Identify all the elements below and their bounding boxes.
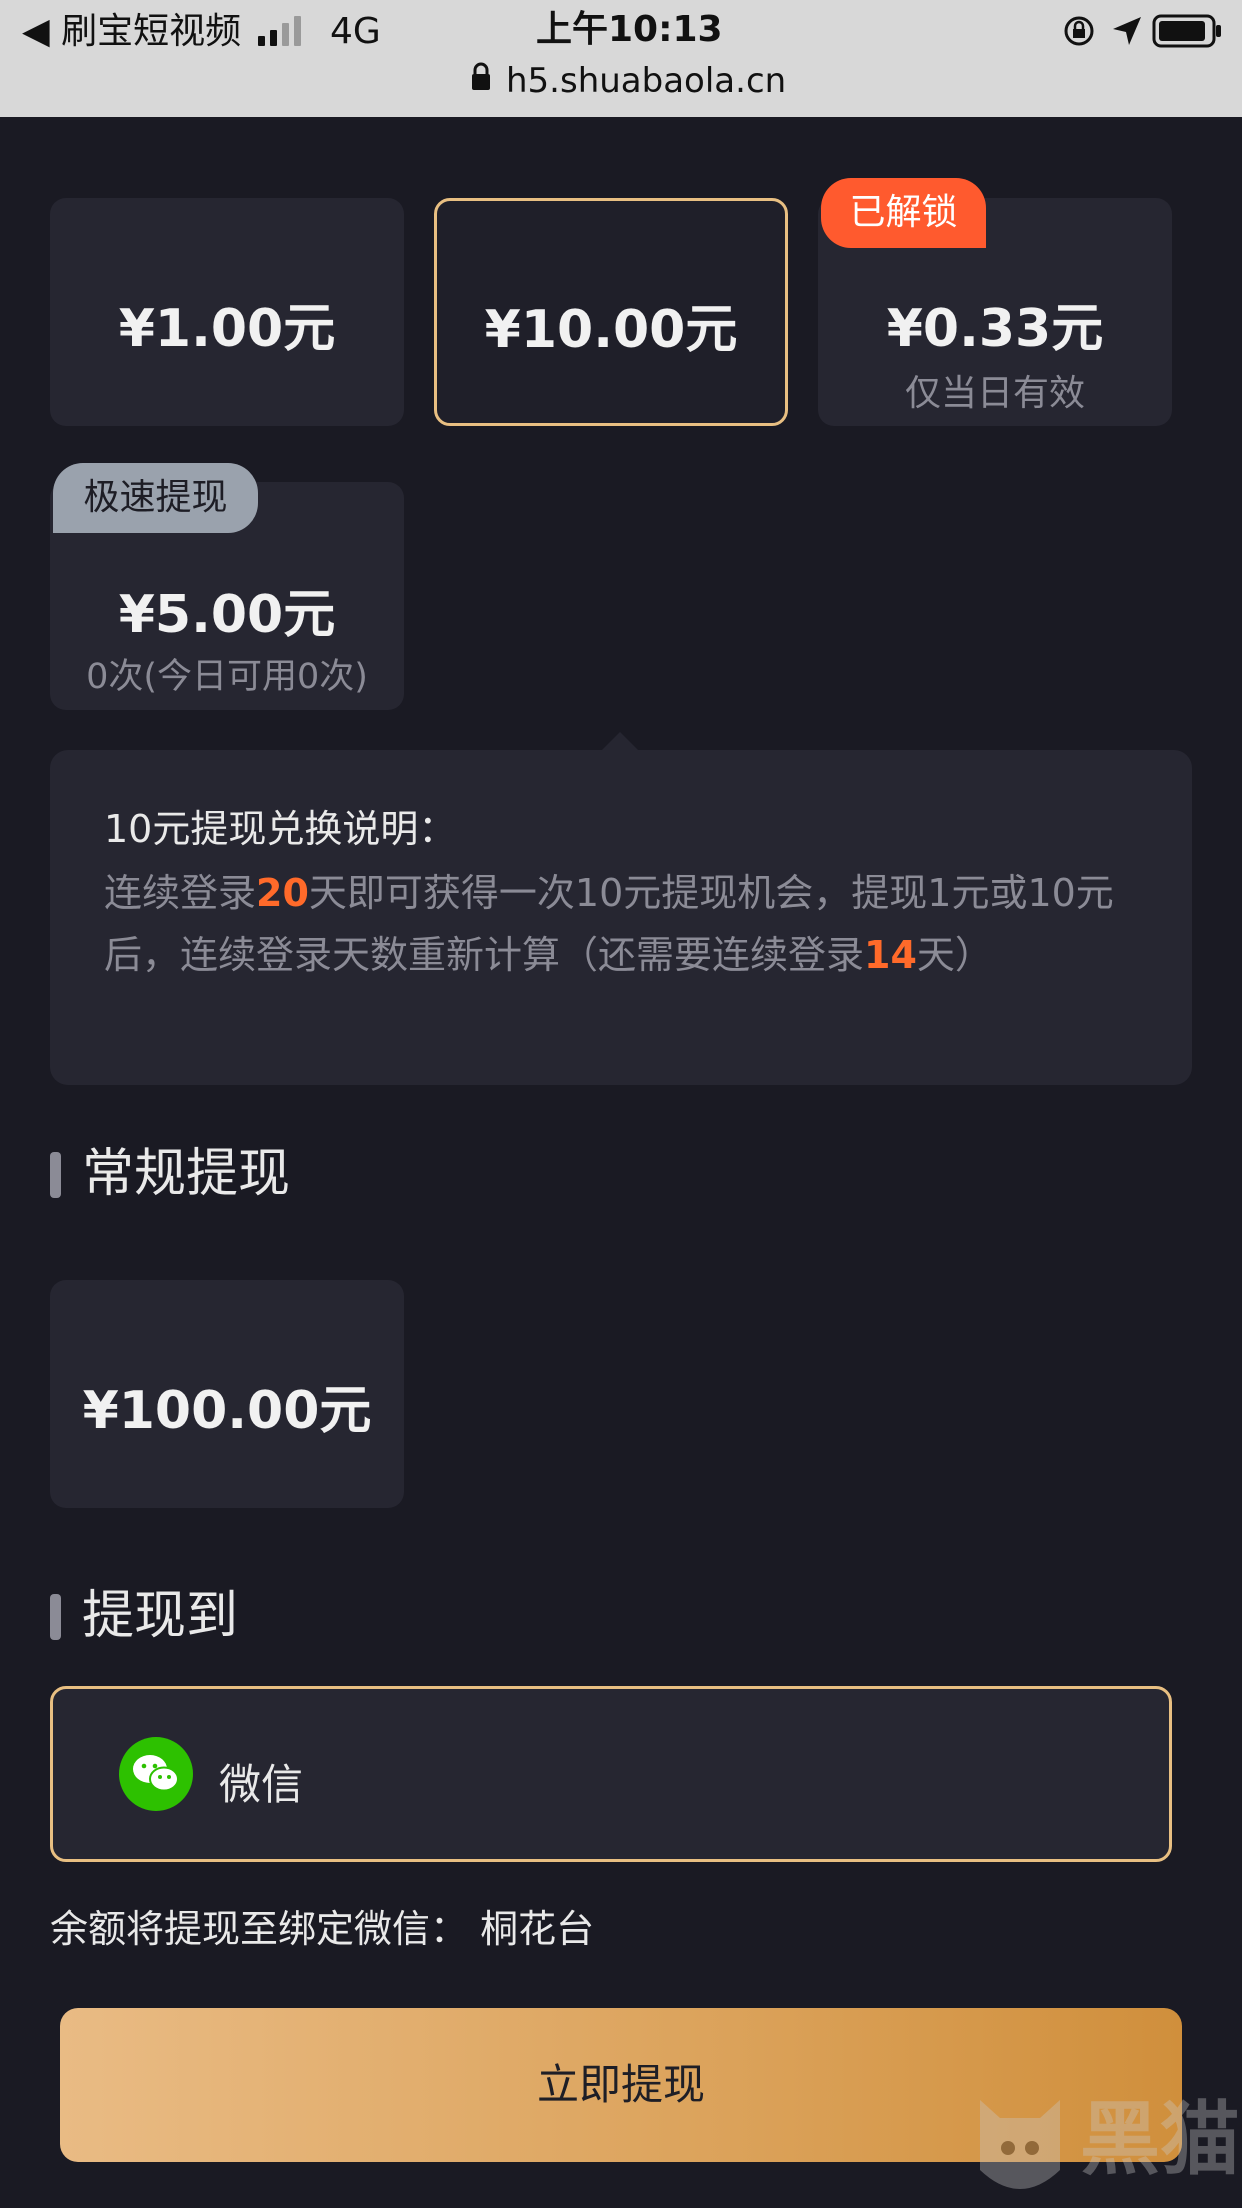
network-type: 4G xyxy=(330,11,381,52)
url-text[interactable]: h5.shuabaola.cn xyxy=(506,64,786,98)
amount-note: 仅当日有效 xyxy=(904,373,1085,414)
withdraw-note: 余额将提现至绑定微信： 桐花台 xyxy=(50,1907,595,1951)
amount-value: ¥0.33元 xyxy=(886,299,1104,359)
wechat-option[interactable]: 微信 xyxy=(50,1686,1172,1862)
regular-section-title: 常规提现 xyxy=(82,1144,291,1204)
amount-card-10-selected[interactable]: ¥10.00元 xyxy=(434,198,788,426)
amount-value: ¥10.00元 xyxy=(484,300,738,360)
days-required: 20 xyxy=(256,871,309,915)
days-remaining: 14 xyxy=(864,933,917,977)
info-box: 10元提现兑换说明： 连续登录20天即可获得一次10元提现机会，提现1元或10元… xyxy=(50,750,1192,1085)
signal-icon xyxy=(258,16,301,46)
rotation-lock-icon xyxy=(1064,16,1094,46)
wechat-label: 微信 xyxy=(219,1760,304,1809)
withdraw-to-title: 提现到 xyxy=(82,1586,239,1646)
info-title: 10元提现兑换说明： xyxy=(104,807,457,851)
cat-logo-icon xyxy=(980,2100,1060,2189)
amount-value: ¥100.00元 xyxy=(82,1381,372,1441)
info-pointer xyxy=(602,732,638,750)
amount-value: ¥1.00元 xyxy=(118,299,336,359)
info-description: 连续登录20天即可获得一次10元提现机会，提现1元或10元后，连续登录天数重新计… xyxy=(104,871,1114,977)
amount-card-100[interactable]: ¥100.00元 xyxy=(50,1280,404,1508)
watermark-text: 黑猫 xyxy=(1080,2093,1240,2186)
battery-icon xyxy=(1152,14,1221,48)
amount-value: ¥5.00元 xyxy=(118,585,336,645)
back-to-app[interactable]: ◀ 刷宝短视频 xyxy=(22,14,241,50)
watermark: 黑猫 xyxy=(970,2090,1242,2208)
section-marker xyxy=(50,1152,61,1198)
unlocked-badge: 已解锁 xyxy=(821,178,986,248)
express-withdraw-badge: 极速提现 xyxy=(53,463,258,533)
location-icon xyxy=(1113,17,1141,45)
clock: 上午10:13 xyxy=(536,9,723,50)
lock-icon xyxy=(472,62,490,90)
amount-card-1[interactable]: ¥1.00元 xyxy=(50,198,404,426)
section-marker xyxy=(50,1594,61,1640)
wechat-icon xyxy=(119,1737,193,1811)
amount-note: 0次(今日可用0次) xyxy=(86,657,368,697)
status-bar: ◀ 刷宝短视频 4G 上午10:13 h5.shuabaola.cn xyxy=(0,0,1242,117)
